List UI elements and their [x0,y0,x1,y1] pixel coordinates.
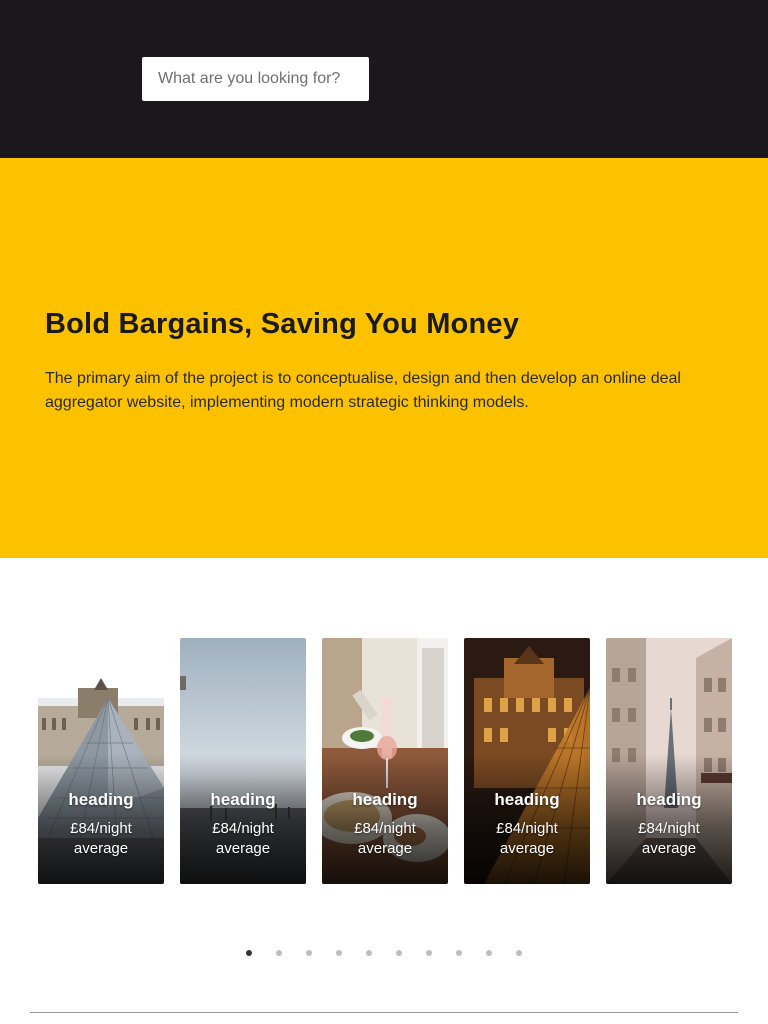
carousel-dot-8[interactable] [456,950,462,956]
card-price-note: average [641,840,697,857]
card-price-note: average [357,840,413,857]
hero-description: The primary aim of the project is to con… [45,370,681,411]
card-price-note: average [215,840,271,857]
card-heading: heading [68,790,134,809]
deal-card[interactable]: heading £84/night average [464,638,590,884]
carousel-dot-4[interactable] [336,950,342,956]
carousel-dot-9[interactable] [486,950,492,956]
card-heading: heading [636,790,702,809]
carousel-dot-10[interactable] [516,950,522,956]
top-bar [0,0,768,158]
card-price-note: average [73,840,129,857]
carousel-dot-3[interactable] [306,950,312,956]
card-heading: heading [210,790,276,809]
deal-card[interactable]: heading £84/night average [606,638,732,884]
deal-card[interactable]: heading £84/night average [322,638,448,884]
card-heading: heading [352,790,418,809]
deal-card[interactable]: heading £84/night average [38,638,164,884]
card-heading: heading [494,790,560,809]
card-price: £84/night [496,820,558,837]
deals-carousel: heading £84/night average heading £84/ni… [0,638,768,884]
card-price: £84/night [638,820,700,837]
search-input[interactable] [142,57,369,101]
deal-card[interactable]: heading £84/night average [180,638,306,884]
carousel-dot-7[interactable] [426,950,432,956]
carousel-dot-1[interactable] [246,950,252,956]
divider [30,1012,738,1013]
carousel-dot-5[interactable] [366,950,372,956]
carousel-dot-6[interactable] [396,950,402,956]
carousel-dot-2[interactable] [276,950,282,956]
card-price: £84/night [212,820,274,837]
hero-title: Bold Bargains, Saving You Money [45,308,520,340]
hero-section: Bold Bargains, Saving You Money The prim… [0,158,768,558]
card-price: £84/night [354,820,416,837]
carousel-pagination [0,950,768,960]
card-price-note: average [499,840,555,857]
card-price: £84/night [70,820,132,837]
